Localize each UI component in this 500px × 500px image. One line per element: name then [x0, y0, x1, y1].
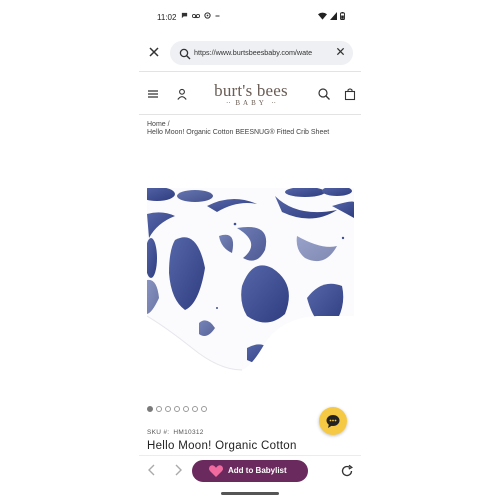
chat-bubble-icon: [326, 415, 340, 428]
product-title: Hello Moon! Organic Cotton: [147, 440, 297, 452]
wifi-icon: [318, 12, 327, 22]
breadcrumb-current: Hello Moon! Organic Cotton BEESNUG® Fitt…: [147, 129, 330, 136]
add-to-babylist-label: Add to Babylist: [228, 466, 287, 475]
close-icon: [149, 47, 159, 57]
carousel-dot[interactable]: [174, 406, 180, 412]
battery-icon: [340, 12, 345, 22]
carousel-dot[interactable]: [156, 406, 162, 412]
reload-button[interactable]: [340, 464, 354, 478]
chevron-left-icon: [148, 464, 155, 476]
carousel-dot[interactable]: [165, 406, 171, 412]
forward-button[interactable]: [173, 464, 183, 478]
image-carousel-dots: [147, 406, 207, 412]
url-text: https://www.burtsbeesbaby.com/wate: [194, 48, 313, 57]
status-time: 11:02: [157, 13, 177, 22]
back-button[interactable]: [147, 464, 157, 478]
menu-button[interactable]: [146, 87, 160, 101]
add-to-babylist-button[interactable]: Add to Babylist: [192, 460, 308, 482]
chat-button[interactable]: [319, 407, 347, 435]
close-tab-button[interactable]: [147, 46, 161, 60]
chat-icon: [181, 12, 188, 21]
breadcrumb-separator: /: [167, 121, 170, 128]
product-sku: SKU #: HM10312: [147, 429, 204, 436]
signal-icon: [330, 12, 337, 22]
url-field[interactable]: https://www.burtsbeesbaby.com/wate: [170, 41, 353, 65]
menu-icon: [148, 90, 158, 98]
heart-icon: [208, 463, 224, 479]
sku-value: HM10312: [173, 429, 204, 436]
phone-screen: 11:02 https://www.burtsbeesbaby.com/wate…: [139, 0, 361, 500]
carousel-dot[interactable]: [147, 406, 153, 412]
reload-icon: [341, 464, 353, 477]
voicemail-icon: [191, 13, 201, 21]
logo-main: burt's bees: [214, 81, 288, 100]
clear-url-button[interactable]: [336, 46, 345, 60]
bottom-toolbar: Add to Babylist: [139, 455, 361, 487]
clear-icon: [336, 47, 345, 56]
breadcrumb: Home / Hello Moon! Organic Cotton BEESNU…: [147, 121, 353, 137]
divider: [139, 114, 361, 115]
site-search-button[interactable]: [317, 87, 331, 101]
product-image[interactable]: [146, 188, 354, 372]
gesture-bar[interactable]: [221, 492, 279, 495]
search-icon: [318, 88, 330, 100]
site-header: burt's bees ·· BABY ··: [139, 78, 361, 112]
status-icons-left: [181, 12, 220, 21]
user-icon: [177, 88, 187, 100]
search-icon: [179, 47, 191, 60]
carousel-dot[interactable]: [192, 406, 198, 412]
sku-label: SKU #:: [147, 429, 170, 436]
logo-sub: ·· BABY ··: [225, 99, 277, 107]
status-icons-right: [318, 12, 345, 22]
brand-logo[interactable]: burt's bees ·· BABY ··: [211, 81, 291, 108]
chevron-right-icon: [175, 464, 182, 476]
bag-icon: [344, 88, 356, 101]
settings-icon: [204, 12, 211, 21]
carousel-dot[interactable]: [183, 406, 189, 412]
dash-icon: [215, 12, 220, 21]
breadcrumb-home[interactable]: Home: [147, 121, 166, 128]
account-button[interactable]: [175, 87, 189, 101]
cart-button[interactable]: [343, 87, 357, 101]
divider: [139, 71, 361, 72]
status-bar: 11:02: [139, 10, 361, 26]
url-bar: https://www.burtsbeesbaby.com/wate: [139, 38, 361, 68]
carousel-dot[interactable]: [201, 406, 207, 412]
